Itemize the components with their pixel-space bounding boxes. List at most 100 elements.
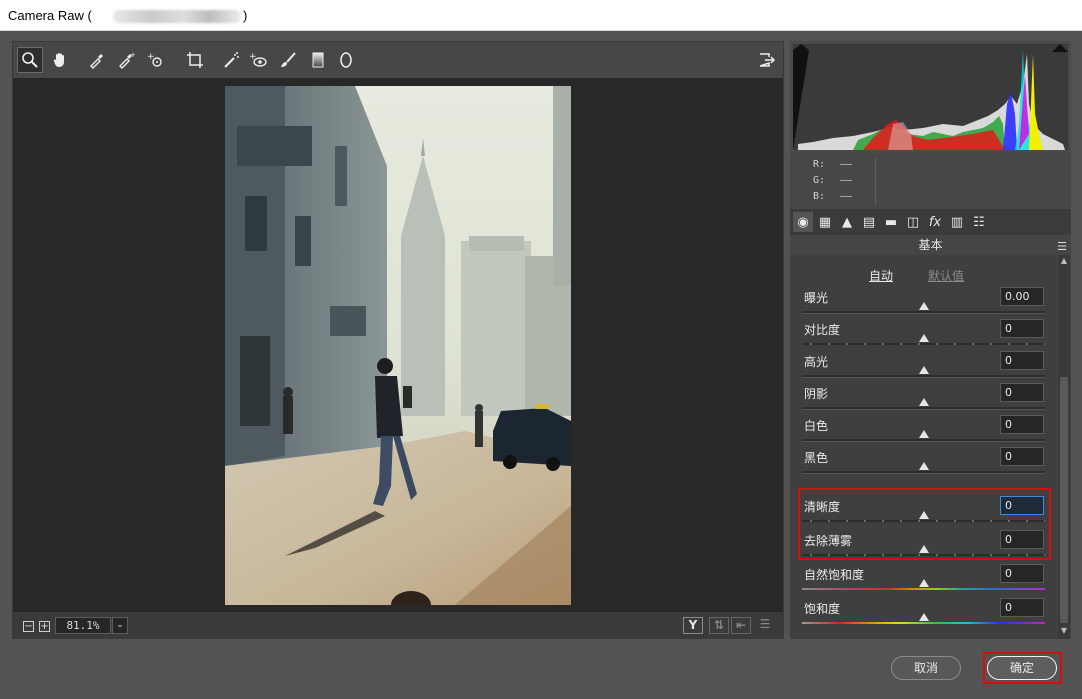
slider-track[interactable] xyxy=(802,471,1045,473)
hand-icon[interactable] xyxy=(47,47,73,73)
cancel-button[interactable]: 取消 xyxy=(891,656,961,680)
adjustment-brush-icon[interactable] xyxy=(275,47,301,73)
slider-track[interactable] xyxy=(802,588,1045,590)
rgb-b-label: B: xyxy=(813,191,826,202)
slider-track[interactable] xyxy=(802,375,1045,377)
title-bar: Camera Raw ( ) xyxy=(0,0,1082,31)
targeted-adjust-icon[interactable]: + xyxy=(142,47,168,73)
rgb-divider xyxy=(875,157,876,205)
slider-value-field[interactable]: 0.00 xyxy=(1000,287,1044,306)
slider-label: 黑色 xyxy=(804,451,829,465)
compare-view-button[interactable]: Y xyxy=(683,617,703,634)
rgb-g-label: G: xyxy=(813,175,826,186)
scroll-up-icon[interactable]: ▲ xyxy=(1058,255,1070,267)
histogram xyxy=(790,41,1071,153)
slider-knob[interactable] xyxy=(918,430,929,438)
ok-button[interactable]: 确定 xyxy=(987,656,1057,680)
panel-scrollbar-thumb[interactable] xyxy=(1060,377,1068,623)
color-sampler-icon[interactable]: + xyxy=(113,47,139,73)
tab-detail-icon[interactable]: ▲ xyxy=(837,212,857,232)
slider-track[interactable] xyxy=(802,311,1045,313)
slider-track[interactable] xyxy=(802,407,1045,409)
rgb-r-value: —— xyxy=(840,159,853,170)
basic-panel: 自动 默认值 曝光 0.00 对比度 0 高光 0 阴影 0 白色 0 黑色 0… xyxy=(790,255,1056,639)
slider-knob[interactable] xyxy=(918,302,929,310)
slider-value-field[interactable]: 0 xyxy=(1000,319,1044,338)
tab-effects-icon[interactable]: fx xyxy=(925,212,945,232)
window-title-end: ) xyxy=(243,8,248,23)
crop-icon[interactable] xyxy=(182,47,208,73)
rgb-b-value: —— xyxy=(840,191,853,202)
slider-value-field[interactable]: 0 xyxy=(1000,447,1044,466)
preview-panel: + + + − + 81.1% ⌄ Y ⇅ ⇤ ☰ xyxy=(12,41,784,639)
slider-row-shadows: 阴影 0 xyxy=(790,383,1056,415)
zoom-level[interactable]: 81.1% xyxy=(55,617,111,634)
default-link[interactable]: 默认值 xyxy=(928,267,964,284)
slider-label: 阴影 xyxy=(804,387,829,401)
scroll-down-icon[interactable]: ▼ xyxy=(1058,625,1070,637)
zoom-dropdown[interactable]: ⌄ xyxy=(112,617,128,634)
slider-knob[interactable] xyxy=(918,579,929,587)
photo-preview[interactable] xyxy=(225,86,571,605)
white-balance-icon[interactable] xyxy=(84,47,110,73)
svg-text:+: + xyxy=(130,51,135,59)
zoom-out-button[interactable]: − xyxy=(23,621,34,632)
graduated-filter-icon[interactable] xyxy=(305,47,331,73)
tab-basic-icon[interactable]: ◉ xyxy=(793,212,813,232)
slider-value-field[interactable]: 0 xyxy=(1000,598,1044,617)
slider-knob[interactable] xyxy=(918,398,929,406)
slider-row-exposure: 曝光 0.00 xyxy=(790,287,1056,319)
slider-label: 曝光 xyxy=(804,291,829,305)
slider-row-vibrance: 自然饱和度 0 xyxy=(790,564,1056,596)
rgb-g-value: —— xyxy=(840,175,853,186)
blurred-filename xyxy=(113,10,241,23)
toolbar: + + + xyxy=(13,42,783,78)
auto-link[interactable]: 自动 xyxy=(869,267,893,284)
slider-row-contrast: 对比度 0 xyxy=(790,319,1056,351)
slider-row-blacks: 黑色 0 xyxy=(790,447,1056,479)
tab-split-toning-icon[interactable]: ▬ xyxy=(881,212,901,232)
slider-track[interactable] xyxy=(802,622,1045,624)
svg-text:+: + xyxy=(147,52,155,62)
spot-removal-icon[interactable] xyxy=(218,47,244,73)
radial-filter-icon[interactable] xyxy=(333,47,359,73)
slider-track[interactable] xyxy=(802,439,1045,441)
window-title: Camera Raw ( xyxy=(8,8,92,23)
slider-row-saturation: 饱和度 0 xyxy=(790,598,1056,630)
slider-value-field[interactable]: 0 xyxy=(1000,415,1044,434)
tab-tone-curve-icon[interactable]: ▦ xyxy=(815,212,835,232)
zoom-icon[interactable] xyxy=(17,47,43,73)
slider-label: 白色 xyxy=(804,419,829,433)
slider-knob[interactable] xyxy=(918,613,929,621)
tab-presets-icon[interactable]: ☷ xyxy=(969,212,989,232)
slider-value-field[interactable]: 0 xyxy=(1000,383,1044,402)
slider-label: 饱和度 xyxy=(804,602,841,616)
slider-value-field[interactable]: 0 xyxy=(1000,564,1044,583)
highlight-box xyxy=(798,488,1051,560)
red-eye-icon[interactable]: + xyxy=(245,47,271,73)
swap-settings-icon[interactable]: ⇅ xyxy=(709,617,729,634)
zoom-in-button[interactable]: + xyxy=(39,621,50,632)
slider-knob[interactable] xyxy=(918,462,929,470)
slider-knob[interactable] xyxy=(918,334,929,342)
toggle-settings-icon[interactable]: ☰ xyxy=(755,617,775,634)
slider-row-highlights: 高光 0 xyxy=(790,351,1056,383)
slider-track[interactable] xyxy=(802,343,1045,345)
camera-raw-window: Camera Raw ( ) + + + − + 81.1% ⌄ Y ⇅ ⇤ ☰… xyxy=(0,0,1082,699)
status-bar: − + 81.1% ⌄ Y ⇅ ⇤ ☰ xyxy=(13,612,783,638)
slider-label: 自然饱和度 xyxy=(804,568,865,582)
panel-menu-icon[interactable]: ☰ xyxy=(1057,237,1067,257)
tab-camera-calibration-icon[interactable]: ▥ xyxy=(947,212,967,232)
slider-label: 对比度 xyxy=(804,323,841,337)
preferences-icon[interactable] xyxy=(753,47,779,73)
tab-hsl-icon[interactable]: ▤ xyxy=(859,212,879,232)
rgb-readout: R: —— G: —— B: —— xyxy=(790,153,1071,209)
section-title-text: 基本 xyxy=(918,238,943,252)
tab-lens-icon[interactable]: ◫ xyxy=(903,212,923,232)
rgb-r-label: R: xyxy=(813,159,826,170)
copy-settings-icon[interactable]: ⇤ xyxy=(731,617,751,634)
slider-label: 高光 xyxy=(804,355,829,369)
image-canvas[interactable] xyxy=(13,78,783,610)
slider-knob[interactable] xyxy=(918,366,929,374)
slider-value-field[interactable]: 0 xyxy=(1000,351,1044,370)
